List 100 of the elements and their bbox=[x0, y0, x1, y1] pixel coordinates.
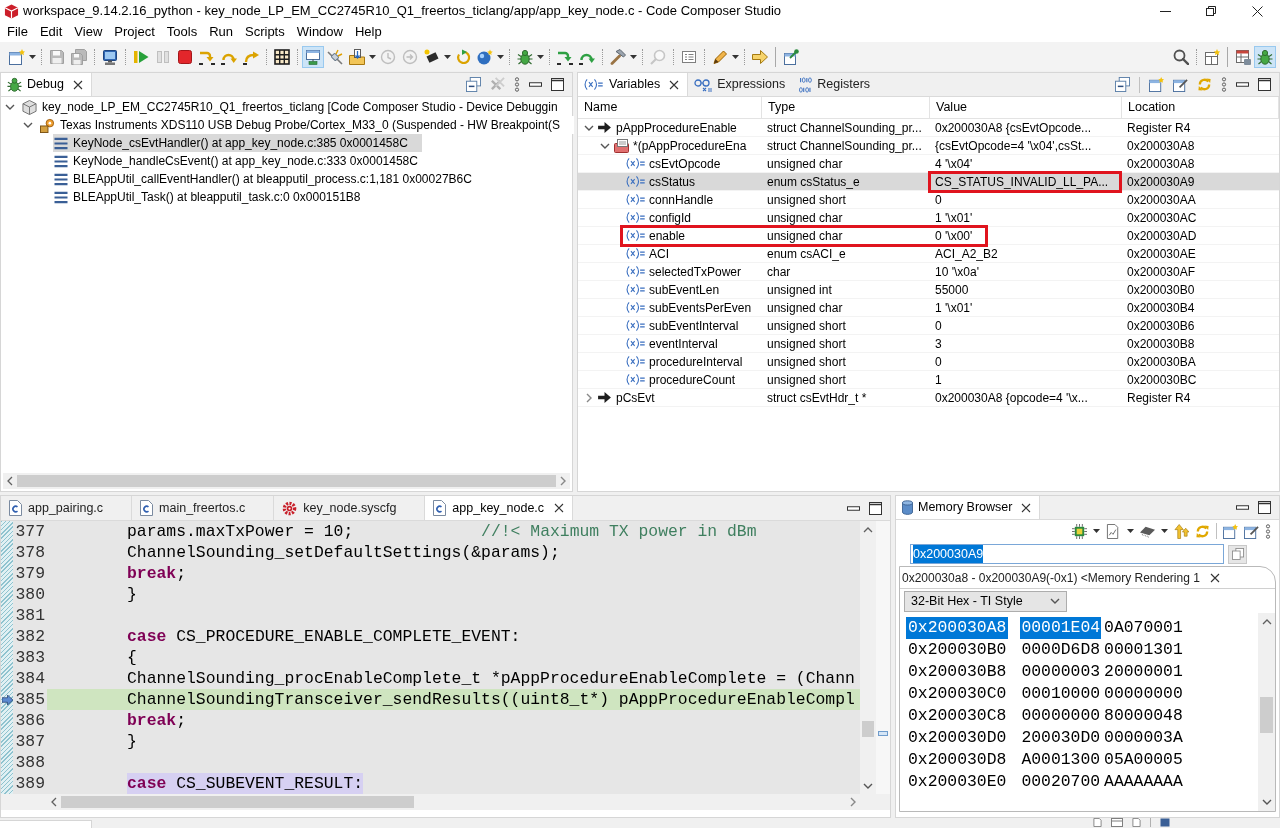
more-options-icon[interactable] bbox=[1221, 77, 1227, 92]
caret-icon[interactable] bbox=[732, 54, 739, 59]
minimize-icon[interactable] bbox=[847, 505, 860, 511]
maximize-icon[interactable] bbox=[869, 501, 882, 515]
chip-icon[interactable] bbox=[424, 48, 440, 65]
chevron-up-icon[interactable] bbox=[863, 525, 873, 535]
restore-icon[interactable] bbox=[1206, 6, 1216, 16]
resume-icon[interactable] bbox=[133, 48, 149, 65]
format-dropdown[interactable]: 32-Bit Hex - TI Style bbox=[904, 590, 1067, 612]
plug-icon[interactable] bbox=[327, 48, 343, 65]
chevron-left-icon[interactable] bbox=[5, 476, 15, 486]
chevron-left-icon[interactable] bbox=[49, 797, 59, 807]
folder-icon[interactable] bbox=[349, 48, 365, 65]
caret-icon[interactable] bbox=[1161, 529, 1168, 533]
menu-item[interactable]: Tools bbox=[160, 22, 204, 42]
chevron-right-icon[interactable] bbox=[848, 797, 858, 807]
table-icon[interactable] bbox=[1235, 48, 1251, 65]
chevron-right-icon[interactable] bbox=[558, 476, 568, 486]
scroll-thumb[interactable] bbox=[61, 796, 414, 808]
column-header[interactable]: Name bbox=[578, 97, 762, 118]
vertical-scrollbar[interactable] bbox=[1258, 613, 1275, 811]
pen-icon[interactable] bbox=[712, 48, 728, 65]
vertical-scrollbar[interactable] bbox=[860, 521, 876, 794]
menu-item[interactable]: Scripts bbox=[239, 22, 291, 42]
table-row[interactable]: *(pAppProcedureEna struct ChannelSounding_pr... {csEvtOpcode=4 '\x04',csSt... 0x200030A8 bbox=[578, 137, 1279, 155]
column-header[interactable]: Location bbox=[1122, 97, 1279, 118]
menu-item[interactable]: Project bbox=[108, 22, 161, 42]
overview-marker-icon[interactable] bbox=[878, 731, 888, 736]
address-field[interactable]: 0x200030A9 bbox=[910, 544, 1224, 564]
caret-icon[interactable] bbox=[630, 54, 637, 59]
view-tab[interactable]: Memory Browser bbox=[896, 496, 1041, 519]
chart-document-icon[interactable] bbox=[1106, 523, 1121, 539]
chevron-down-icon[interactable] bbox=[863, 781, 873, 791]
horizontal-scrollbar[interactable] bbox=[3, 473, 570, 489]
table-row[interactable]: eventInterval unsigned short 3 0x200030B8 bbox=[578, 335, 1279, 353]
monitor-icon[interactable] bbox=[102, 48, 118, 65]
chevron-down-icon[interactable] bbox=[1261, 797, 1272, 807]
scroll-thumb[interactable] bbox=[1260, 697, 1273, 733]
caret-icon[interactable] bbox=[29, 54, 36, 59]
collapse-icon[interactable] bbox=[1115, 77, 1130, 92]
go-button[interactable] bbox=[1228, 544, 1247, 564]
caret-icon[interactable] bbox=[497, 54, 504, 59]
edit-window-icon[interactable] bbox=[1244, 523, 1259, 539]
table-row[interactable]: subEventLen unsigned int 55000 0x200030B0 bbox=[578, 281, 1279, 299]
table-row[interactable]: selectedTxPower char 10 '\x0a' 0x200030AF bbox=[578, 263, 1279, 281]
list-icon[interactable] bbox=[681, 48, 697, 65]
menu-item[interactable]: Help bbox=[349, 22, 388, 42]
chevron-right-icon[interactable] bbox=[584, 392, 594, 403]
chevron-down-icon[interactable] bbox=[23, 120, 33, 130]
scroll-thumb[interactable] bbox=[862, 721, 874, 737]
minimize-icon[interactable] bbox=[1236, 505, 1249, 510]
column-header[interactable]: Value bbox=[930, 97, 1122, 118]
stop-icon[interactable] bbox=[177, 48, 193, 65]
caret-icon[interactable] bbox=[537, 54, 544, 59]
tree-item[interactable]: Texas Instruments XDS110 USB Debug Probe/Cortex_M33_0 (Suspended - HW Breakpoint(S bbox=[39, 116, 575, 134]
table-row[interactable]: ACI enum csACI_e ACI_A2_B2 0x200030AE bbox=[578, 245, 1279, 263]
chevron-down-icon[interactable] bbox=[5, 102, 15, 112]
caret-icon[interactable] bbox=[1127, 529, 1134, 533]
table-row[interactable]: procedureCount unsigned short 1 0x200030BC bbox=[578, 371, 1279, 389]
new-window-icon[interactable] bbox=[9, 48, 25, 65]
menu-item[interactable]: Run bbox=[203, 22, 239, 42]
maximize-icon[interactable] bbox=[1258, 501, 1271, 514]
table-row[interactable]: configId unsigned char 1 '\x01' 0x200030AC bbox=[578, 209, 1279, 227]
editor-tab[interactable]: app_key_node.c bbox=[425, 496, 574, 520]
scroll-thumb[interactable] bbox=[17, 475, 556, 487]
menu-item[interactable]: File bbox=[1, 22, 34, 42]
close-icon[interactable] bbox=[72, 79, 83, 90]
sphere-icon[interactable] bbox=[477, 48, 493, 65]
table-row[interactable]: subEventInterval unsigned short 0 0x200030B6 bbox=[578, 317, 1279, 335]
collapse-icon[interactable] bbox=[466, 77, 481, 92]
stack-frame-item[interactable]: KeyNode_csEvtHandler() at app_key_node.c:385 0x0001458C bbox=[53, 134, 422, 152]
view-tab[interactable]: Variables bbox=[578, 73, 689, 96]
menu-item[interactable]: Window bbox=[290, 22, 349, 42]
table-row[interactable]: pCsEvt struct csEvtHdr_t * 0x200030A8 {opcode=4 '\x... Register R4 bbox=[578, 389, 1279, 407]
window-icon[interactable] bbox=[1111, 818, 1123, 827]
table-row[interactable]: csEvtOpcode unsigned char 4 '\x04' 0x200030A8 bbox=[578, 155, 1279, 173]
maximize-icon[interactable] bbox=[1258, 78, 1271, 91]
table-row[interactable]: pAppProcedureEnable struct ChannelSounding_pr... 0x200030A8 {csEvtOpcode... Register R4 bbox=[578, 119, 1279, 137]
table-row[interactable]: csStatus enum csStatus_e CS_STATUS_INVALID_LL_PA... 0x200030A9 bbox=[578, 173, 1279, 191]
caret-icon[interactable] bbox=[444, 54, 451, 59]
hammer-icon[interactable] bbox=[610, 48, 626, 65]
bug-icon[interactable] bbox=[517, 48, 533, 65]
table-row[interactable]: enable unsigned char 0 '\x00' 0x200030AD bbox=[578, 227, 1279, 245]
new-grid-icon[interactable] bbox=[1204, 48, 1220, 65]
edit-window-icon[interactable] bbox=[1173, 77, 1188, 92]
menu-item[interactable]: Edit bbox=[33, 22, 69, 42]
table-row[interactable]: subEventsPerEven unsigned char 1 '\x01' 0x200030B4 bbox=[578, 299, 1279, 317]
view-tab[interactable]: Debug bbox=[1, 73, 92, 96]
close-icon[interactable] bbox=[554, 503, 565, 513]
minimize-icon[interactable] bbox=[1236, 82, 1249, 87]
minimize-icon[interactable] bbox=[529, 82, 542, 87]
new-window-icon[interactable] bbox=[1149, 77, 1164, 92]
close-icon[interactable] bbox=[669, 79, 680, 90]
arrow-right-icon[interactable] bbox=[752, 48, 768, 65]
search-icon[interactable] bbox=[1173, 48, 1189, 65]
close-icon[interactable] bbox=[1209, 572, 1220, 583]
pin-icon[interactable] bbox=[783, 48, 799, 65]
caret-icon[interactable] bbox=[1093, 529, 1100, 533]
close-icon[interactable] bbox=[1251, 5, 1263, 17]
chevron-up-icon[interactable] bbox=[1261, 617, 1272, 627]
